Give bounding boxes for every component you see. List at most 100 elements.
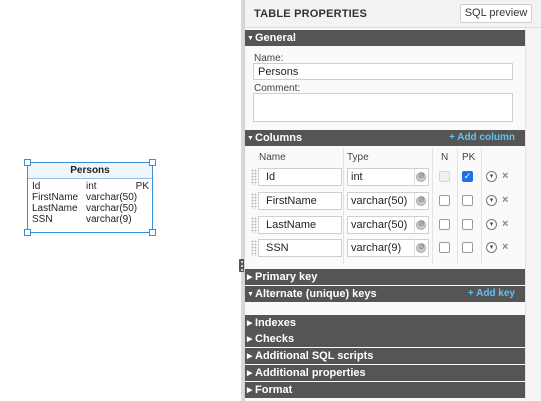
panel-scrollbar[interactable]	[525, 28, 541, 401]
section-title: General	[255, 32, 296, 44]
panel-header: TABLE PROPERTIES SQL preview	[245, 0, 541, 28]
row-drag-handle-icon[interactable]	[251, 193, 257, 209]
entity-row-name: LastName	[32, 203, 78, 214]
pk-checkbox[interactable]	[462, 242, 473, 253]
entity-row-name: FirstName	[32, 192, 79, 203]
row-drag-handle-icon[interactable]	[251, 169, 257, 185]
add-column-link[interactable]: + Add column	[449, 130, 515, 146]
chevron-down-icon[interactable]: ▾	[486, 219, 497, 230]
section-title: Format	[255, 384, 293, 396]
column-name-input[interactable]: Id	[258, 168, 342, 186]
entity-row-type: varchar(9)	[86, 214, 132, 225]
delete-column-icon[interactable]: ×	[502, 241, 508, 253]
column-type-value: varchar(9)	[351, 242, 402, 254]
column-type-input[interactable]: varchar(50) ⚙	[347, 216, 429, 234]
resize-handle-ne[interactable]	[149, 159, 156, 166]
entity-row-type: varchar(50)	[86, 192, 138, 203]
column-type-value: varchar(50)	[351, 219, 408, 231]
grid-divider	[432, 148, 433, 264]
section-additional-properties[interactable]: ▶ Additional properties	[245, 365, 525, 381]
chevron-down-icon[interactable]: ▾	[486, 171, 497, 182]
section-primary-key[interactable]: ▶ Primary key	[245, 269, 525, 285]
section-checks[interactable]: ▶ Checks	[245, 331, 525, 347]
entity-row-name: Id	[32, 181, 41, 192]
column-name-input[interactable]: LastName	[258, 216, 342, 234]
expanded-arrow-icon: ▼	[247, 35, 254, 42]
nullable-checkbox[interactable]	[439, 242, 450, 253]
collapsed-arrow-icon: ▶	[247, 353, 253, 360]
panel-title: TABLE PROPERTIES	[254, 8, 368, 20]
section-title: Primary key	[255, 271, 318, 283]
resize-handle-se[interactable]	[149, 229, 156, 236]
section-alternate-keys[interactable]: ▼Alternate (unique) keys + Add key	[245, 286, 525, 302]
chevron-down-icon[interactable]: ▾	[486, 242, 497, 253]
entity-row-type: varchar(50)	[86, 203, 138, 214]
grid-divider	[481, 148, 482, 264]
column-name-input[interactable]: SSN	[258, 239, 342, 257]
collapsed-arrow-icon: ▶	[247, 336, 253, 343]
entity-row: Id int PK	[28, 181, 152, 192]
column-type-input[interactable]: int ⚙	[347, 168, 429, 186]
gear-icon[interactable]: ⚙	[416, 243, 426, 253]
pk-checkbox[interactable]: ✓	[462, 171, 473, 182]
entity-row-name: SSN	[32, 214, 53, 225]
section-sql-scripts[interactable]: ▶ Additional SQL scripts	[245, 348, 525, 364]
column-type-input[interactable]: varchar(9) ⚙	[347, 239, 429, 257]
name-field[interactable]: Persons	[253, 63, 513, 80]
column-type-input[interactable]: varchar(50) ⚙	[347, 192, 429, 210]
entity-row: LastName varchar(50)	[28, 203, 152, 214]
column-header-type: Type	[347, 152, 369, 163]
entity-row-key: PK	[135, 181, 149, 192]
nullable-checkbox[interactable]	[439, 195, 450, 206]
pk-checkbox[interactable]	[462, 195, 473, 206]
collapsed-arrow-icon: ▶	[247, 274, 253, 281]
nullable-checkbox[interactable]	[439, 219, 450, 230]
chevron-down-icon[interactable]: ▾	[486, 195, 497, 206]
row-drag-handle-icon[interactable]	[251, 217, 257, 233]
add-key-link[interactable]: + Add key	[468, 286, 515, 302]
column-header-name: Name	[259, 152, 286, 163]
section-title: Additional SQL scripts	[255, 350, 374, 362]
column-type-value: varchar(50)	[351, 195, 408, 207]
collapsed-arrow-icon: ▶	[247, 320, 253, 327]
delete-column-icon[interactable]: ×	[502, 218, 508, 230]
gear-icon[interactable]: ⚙	[416, 172, 426, 182]
resize-handle-sw[interactable]	[24, 229, 31, 236]
table-properties-panel: TABLE PROPERTIES SQL preview ▼General Na…	[244, 0, 541, 401]
expanded-arrow-icon: ▼	[247, 291, 254, 298]
delete-column-icon[interactable]: ×	[502, 170, 508, 182]
column-name-input[interactable]: FirstName	[258, 192, 342, 210]
section-title: Additional properties	[255, 367, 366, 379]
entity-title: Persons	[28, 163, 152, 179]
column-type-value: int	[351, 171, 363, 183]
column-header-pk: PK	[462, 152, 476, 163]
gear-icon[interactable]: ⚙	[416, 220, 426, 230]
collapsed-arrow-icon: ▶	[247, 387, 253, 394]
comment-field[interactable]	[253, 93, 513, 122]
pk-checkbox[interactable]	[462, 219, 473, 230]
diagram-canvas[interactable]: Persons Id int PK FirstName varchar(50) …	[0, 0, 243, 401]
grid-divider	[457, 148, 458, 264]
section-title: Columns	[255, 132, 303, 144]
entity-row: SSN varchar(9)	[28, 214, 152, 225]
section-columns[interactable]: ▼Columns + Add column	[245, 130, 525, 146]
app-root: Persons Id int PK FirstName varchar(50) …	[0, 0, 541, 401]
resize-handle-nw[interactable]	[24, 159, 31, 166]
sql-preview-button[interactable]: SQL preview	[460, 4, 532, 23]
row-drag-handle-icon[interactable]	[251, 240, 257, 256]
delete-column-icon[interactable]: ×	[502, 194, 508, 206]
entity-persons[interactable]: Persons Id int PK FirstName varchar(50) …	[27, 162, 153, 233]
column-header-n: N	[441, 152, 449, 163]
section-title: Checks	[255, 333, 295, 345]
section-indexes[interactable]: ▶ Indexes	[245, 315, 525, 331]
nullable-checkbox	[439, 171, 450, 182]
section-title: Alternate (unique) keys	[255, 288, 377, 300]
collapsed-arrow-icon: ▶	[247, 370, 253, 377]
section-title: Indexes	[255, 317, 296, 329]
entity-row-type: int	[86, 181, 97, 192]
entity-row: FirstName varchar(50)	[28, 192, 152, 203]
gear-icon[interactable]: ⚙	[416, 196, 426, 206]
section-general[interactable]: ▼General	[245, 30, 525, 46]
section-format[interactable]: ▶ Format	[245, 382, 525, 398]
grid-divider	[343, 148, 344, 264]
